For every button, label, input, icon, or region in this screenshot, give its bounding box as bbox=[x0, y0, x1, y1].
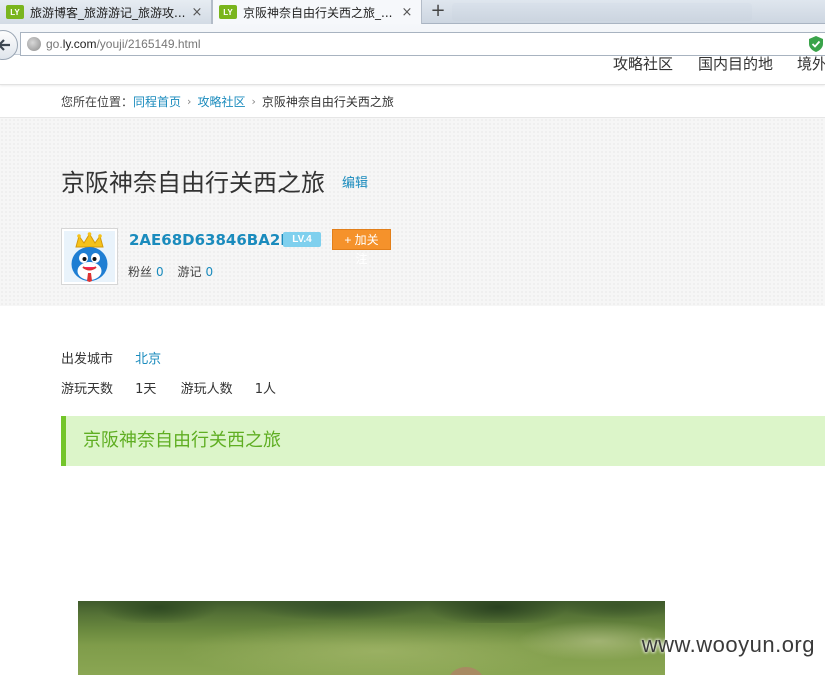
author-stats: 粉丝 0 游记 0 bbox=[128, 263, 223, 280]
close-icon[interactable]: × bbox=[399, 5, 415, 20]
close-icon[interactable]: × bbox=[189, 5, 205, 20]
background-tab-strip bbox=[452, 3, 752, 21]
avatar[interactable] bbox=[61, 228, 118, 285]
people-label: 游玩人数 bbox=[180, 382, 233, 397]
tab-title: 京阪神奈自由行关西之旅_... bbox=[243, 5, 393, 20]
browser-tab-current[interactable]: LY 京阪神奈自由行关西之旅_... × bbox=[212, 0, 422, 24]
new-tab-button[interactable]: + bbox=[428, 0, 448, 24]
notes-label: 游记 bbox=[177, 265, 202, 279]
fans-count[interactable]: 0 bbox=[156, 265, 164, 279]
follow-button[interactable]: + 加关注 bbox=[332, 229, 391, 266]
nav-item-overseas[interactable]: 境外 bbox=[797, 53, 825, 74]
edit-link[interactable]: 编辑 bbox=[342, 172, 368, 191]
notes-count[interactable]: 0 bbox=[206, 265, 214, 279]
breadcrumb-current: 京阪神奈自由行关西之旅 bbox=[261, 94, 394, 109]
trip-info-days-people: 游玩天数 1天 游玩人数 1人 bbox=[61, 378, 276, 397]
breadcrumb: 您所在位置： 同程首页 › 攻略社区 › 京阪神奈自由行关西之旅 bbox=[61, 92, 394, 110]
globe-icon bbox=[27, 37, 41, 51]
browser-nav-bar-overlay: go.ly.com /youji/2165149.html bbox=[0, 24, 825, 60]
article-header-band bbox=[0, 117, 825, 306]
breadcrumb-link-home[interactable]: 同程首页 bbox=[133, 93, 181, 110]
author-name-link[interactable]: 2AE68D63846BA2F9 bbox=[129, 231, 301, 249]
watermark: www.wooyun.org bbox=[641, 632, 815, 657]
ly-favicon-icon: LY bbox=[219, 5, 237, 19]
url-path: /youji/2165149.html bbox=[96, 37, 201, 51]
fans-label: 粉丝 bbox=[128, 265, 153, 279]
nav-item-domestic[interactable]: 国内目的地 bbox=[698, 53, 773, 74]
days-value: 1天 bbox=[135, 382, 157, 397]
depart-city-label: 出发城市 bbox=[61, 352, 114, 367]
photo-trees bbox=[78, 601, 665, 623]
ly-favicon-icon: LY bbox=[6, 5, 24, 19]
level-badge: LV.4 bbox=[283, 232, 321, 247]
address-bar-overlay[interactable]: go.ly.com /youji/2165149.html bbox=[20, 32, 825, 56]
depart-city-link[interactable]: 北京 bbox=[135, 348, 161, 367]
photo-light bbox=[78, 621, 665, 675]
shield-check-icon[interactable] bbox=[809, 36, 823, 52]
people-value: 1人 bbox=[254, 382, 277, 397]
browser-tab-bar: LY 旅游博客_旅游游记_旅游攻... × LY 京阪神奈自由行关西之旅_...… bbox=[0, 0, 825, 24]
chevron-right-icon: › bbox=[187, 94, 192, 108]
url-host: go.ly.com bbox=[46, 37, 97, 51]
crowned-mascot-avatar-icon bbox=[64, 231, 115, 282]
trip-info-depart: 出发城市 北京 bbox=[61, 348, 161, 367]
travel-photo[interactable] bbox=[78, 601, 665, 675]
site-top-nav: 攻略社区 国内目的地 境外 bbox=[0, 55, 825, 85]
breadcrumb-link-community[interactable]: 攻略社区 bbox=[197, 93, 245, 110]
days-label: 游玩天数 bbox=[61, 382, 114, 397]
page-title: 京阪神奈自由行关西之旅 bbox=[61, 169, 325, 197]
section-heading-banner: 京阪神奈自由行关西之旅 bbox=[61, 416, 825, 466]
breadcrumb-prefix: 您所在位置： bbox=[61, 94, 134, 109]
browser-tab-blog[interactable]: LY 旅游博客_旅游游记_旅游攻... × bbox=[0, 0, 212, 24]
tab-title: 旅游博客_旅游游记_旅游攻... bbox=[30, 5, 186, 20]
chevron-right-icon: › bbox=[251, 94, 256, 108]
nav-item-community[interactable]: 攻略社区 bbox=[613, 53, 673, 74]
